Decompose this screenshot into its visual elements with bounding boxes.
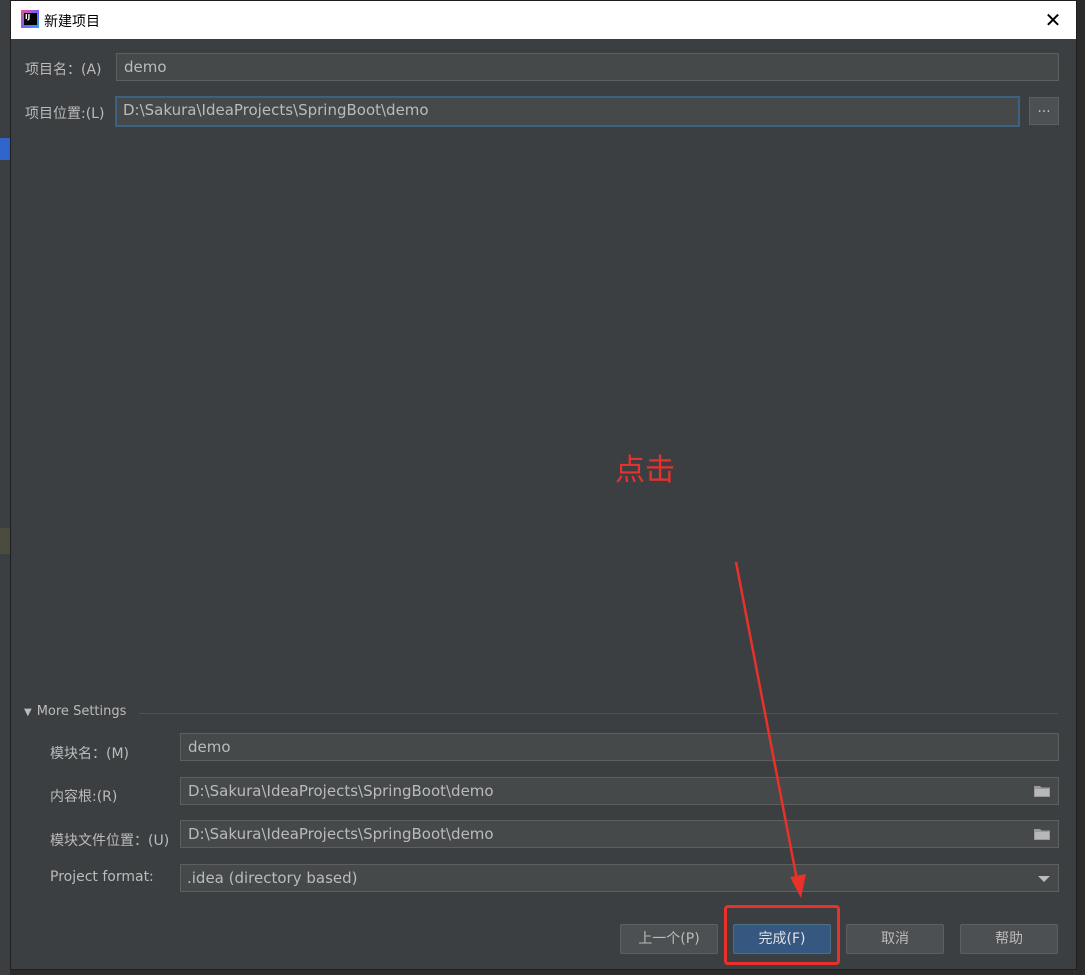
annotation-arrow xyxy=(734,561,806,898)
